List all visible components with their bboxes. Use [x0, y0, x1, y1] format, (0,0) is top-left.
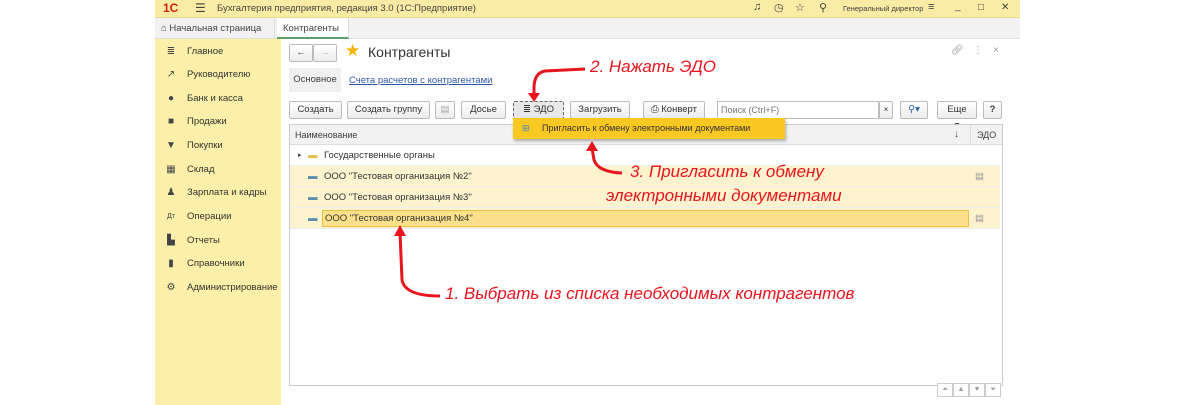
- annotation-step1: 1. Выбрать из списка необходимых контраг…: [445, 284, 855, 303]
- annotation-step3-line2: электронными документами: [606, 186, 842, 205]
- arrowhead-step3: [586, 141, 598, 151]
- arrow-step3: [590, 147, 623, 175]
- arrow-step1: [398, 231, 441, 298]
- annotation-step2: 2. Нажать ЭДО: [590, 57, 717, 76]
- annotation-step3-line1: 3. Пригласить к обмену: [630, 162, 824, 181]
- arrowhead-step1: [394, 225, 406, 236]
- arrowhead-step2: [528, 93, 540, 102]
- arrow-step2: [532, 67, 586, 98]
